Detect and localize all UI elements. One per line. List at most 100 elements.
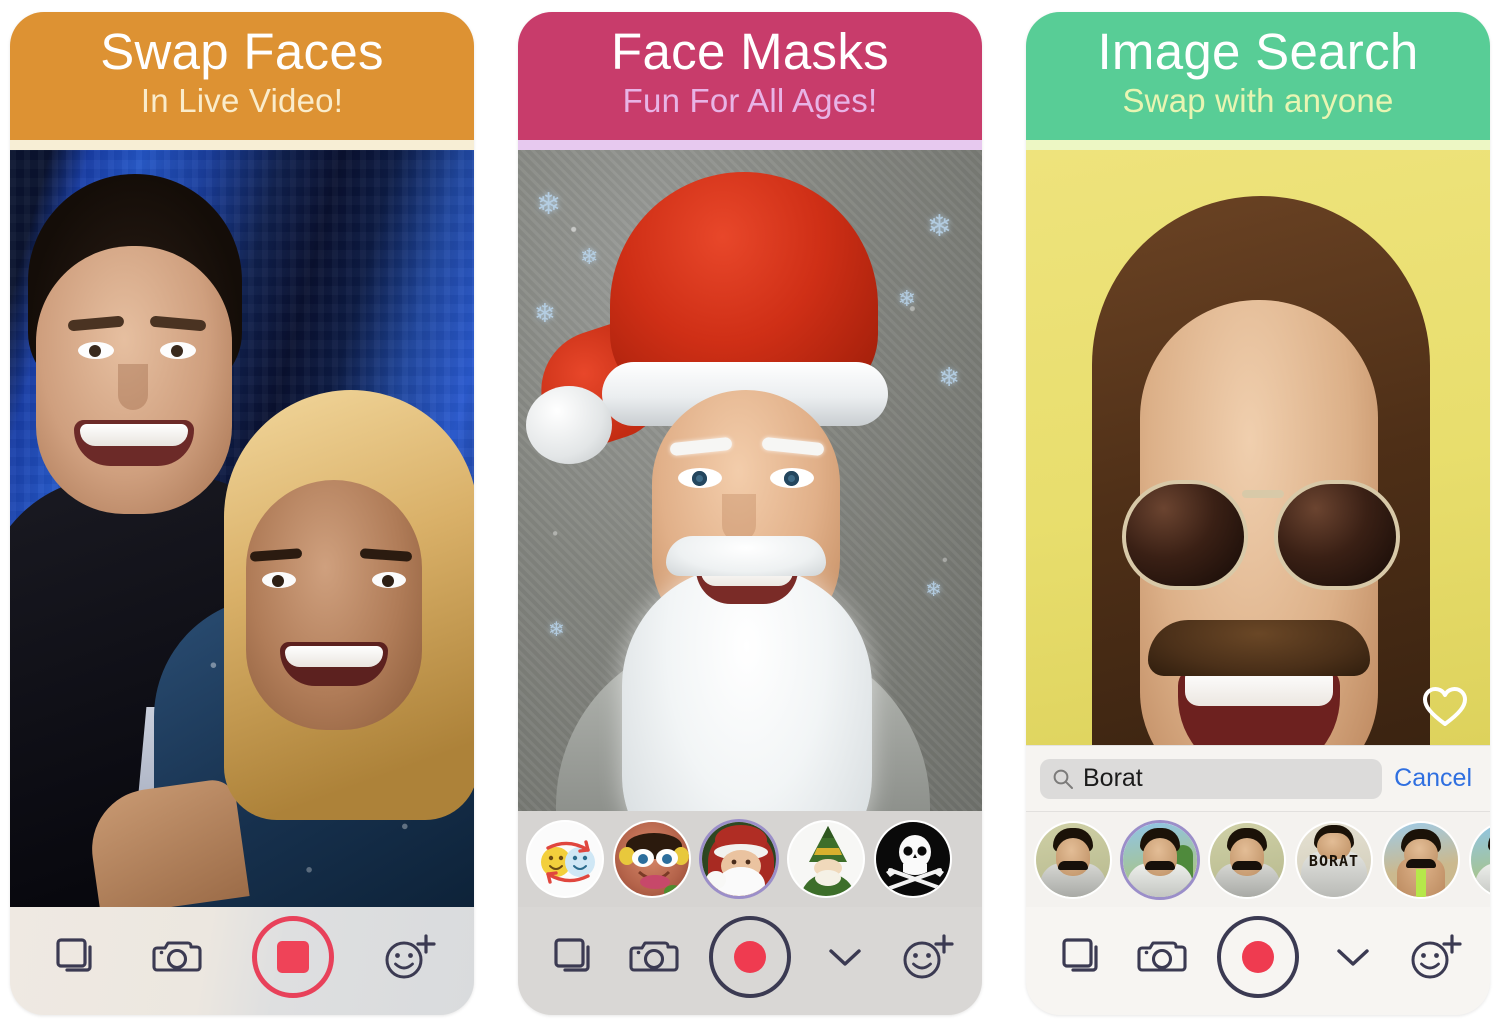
result-thumb-5[interactable] bbox=[1382, 820, 1460, 899]
woman-smile bbox=[280, 642, 388, 686]
record-button[interactable] bbox=[1212, 911, 1304, 1003]
header-accent-strip bbox=[10, 140, 474, 150]
add-mask-button[interactable] bbox=[376, 926, 442, 988]
borat-suit-image bbox=[1471, 822, 1490, 897]
mask-carousel[interactable] bbox=[518, 811, 982, 907]
header-accent-strip bbox=[518, 140, 982, 150]
snowflake-icon: ❄ bbox=[548, 619, 565, 641]
toolbar-face-masks bbox=[518, 907, 982, 1015]
borat-thumbsup-image bbox=[1210, 822, 1284, 897]
panel-header-swap-faces: Swap Faces In Live Video! bbox=[10, 12, 474, 140]
video-preview-swap-faces[interactable] bbox=[10, 150, 474, 907]
search-icon bbox=[1053, 769, 1073, 789]
camera-button[interactable] bbox=[622, 926, 688, 988]
stop-square bbox=[277, 941, 310, 973]
snowflake-icon: ❄ bbox=[534, 298, 556, 328]
chevron-down-icon bbox=[829, 949, 861, 966]
search-bar: Borat Cancel bbox=[1026, 745, 1490, 811]
borat-poster-image: BORAT bbox=[1297, 822, 1371, 897]
panel-image-search: Image Search Swap with anyone Borat Canc… bbox=[1026, 12, 1490, 1015]
snowflake-icon: ❄ bbox=[580, 244, 599, 269]
woman-teeth bbox=[285, 646, 383, 667]
smiley-plus-icon bbox=[903, 934, 954, 979]
layers-icon bbox=[554, 938, 590, 972]
eye-right bbox=[770, 468, 814, 488]
panel-title: Face Masks bbox=[611, 23, 889, 80]
hide-masks-button[interactable] bbox=[812, 926, 878, 988]
result-thumb-6[interactable] bbox=[1469, 820, 1490, 899]
heart-icon bbox=[1422, 687, 1468, 726]
borat-cactus-image bbox=[1123, 822, 1197, 897]
record-button[interactable] bbox=[704, 911, 796, 1003]
cancel-search-button[interactable]: Cancel bbox=[1394, 764, 1476, 793]
record-icon bbox=[1217, 916, 1299, 998]
search-input[interactable]: Borat bbox=[1040, 758, 1383, 799]
pirate-skull-icon bbox=[876, 822, 950, 896]
cartoon-face-icon bbox=[615, 822, 689, 896]
search-results-carousel[interactable]: BORAT bbox=[1026, 811, 1490, 907]
borat-mankini-image bbox=[1384, 822, 1458, 897]
man-smile bbox=[74, 420, 194, 466]
hide-results-button[interactable] bbox=[1320, 926, 1386, 988]
aviator-sunglasses bbox=[1122, 474, 1400, 596]
smiley-plus-icon bbox=[1411, 934, 1462, 979]
woman-eye-right bbox=[372, 572, 406, 588]
mask-thumb-cartoon[interactable] bbox=[613, 820, 691, 898]
mask-thumb-pirate[interactable] bbox=[874, 820, 952, 898]
lens-left bbox=[1122, 480, 1248, 590]
favorite-button[interactable] bbox=[1422, 685, 1468, 729]
santa-face-icon bbox=[702, 822, 776, 896]
glasses-bridge bbox=[1242, 490, 1284, 498]
chevron-down-icon bbox=[1337, 949, 1369, 966]
mask-thumb-elf[interactable] bbox=[787, 820, 865, 898]
camera-icon bbox=[1137, 941, 1187, 972]
panel-subtitle: In Live Video! bbox=[140, 82, 344, 119]
borat-portrait-image bbox=[1036, 822, 1110, 897]
search-value: Borat bbox=[1083, 764, 1143, 792]
snowflake-icon: ❄ bbox=[926, 210, 952, 243]
layers-icon bbox=[1062, 938, 1098, 972]
woman-eye-left bbox=[262, 572, 296, 588]
record-dot bbox=[734, 941, 766, 973]
panel-subtitle: Swap with anyone bbox=[1122, 82, 1394, 119]
face-swap-icon bbox=[528, 822, 602, 896]
nose bbox=[722, 494, 756, 542]
panel-face-masks: Face Masks Fun For All Ages! ❄ ❄ ❄ ❄ ❄ ❄… bbox=[518, 12, 982, 1015]
layers-button[interactable] bbox=[1048, 926, 1114, 988]
camera-icon bbox=[629, 941, 679, 972]
video-preview-face-masks[interactable]: ❄ ❄ ❄ ❄ ❄ ❄ ❄ ❄ bbox=[518, 150, 982, 811]
smiley-plus-icon bbox=[385, 934, 436, 979]
camera-icon bbox=[152, 941, 202, 972]
man-teeth bbox=[80, 424, 188, 446]
add-mask-button[interactable] bbox=[1402, 926, 1468, 988]
panel-subtitle: Fun For All Ages! bbox=[622, 82, 878, 119]
man-eye-right bbox=[160, 342, 196, 359]
result-thumb-4[interactable]: BORAT bbox=[1295, 820, 1373, 899]
header-accent-strip bbox=[1026, 140, 1490, 150]
snowflake-icon: ❄ bbox=[897, 286, 916, 311]
record-dot bbox=[1242, 941, 1274, 973]
mask-thumb-santa[interactable] bbox=[700, 820, 778, 898]
result-thumb-1[interactable] bbox=[1034, 820, 1112, 899]
panel-swap-faces: Swap Faces In Live Video! bbox=[10, 12, 474, 1015]
mask-thumb-face-swap[interactable] bbox=[526, 820, 604, 898]
camera-button[interactable] bbox=[145, 926, 211, 988]
result-thumb-3[interactable] bbox=[1208, 820, 1286, 899]
camera-button[interactable] bbox=[1130, 926, 1196, 988]
stop-record-button[interactable] bbox=[247, 911, 339, 1003]
stop-record-icon bbox=[252, 916, 335, 998]
panel-title: Image Search bbox=[1097, 23, 1419, 80]
add-mask-button[interactable] bbox=[894, 926, 960, 988]
toolbar-swap-faces bbox=[10, 907, 474, 1015]
layers-button[interactable] bbox=[540, 926, 606, 988]
snowflake-icon: ❄ bbox=[938, 362, 960, 392]
layers-button[interactable] bbox=[42, 926, 108, 988]
layers-icon bbox=[56, 938, 92, 972]
panel-title: Swap Faces bbox=[100, 23, 384, 80]
screenshot-board: Swap Faces In Live Video! Face Masks Fun… bbox=[0, 0, 1500, 1031]
toolbar-image-search bbox=[1026, 907, 1490, 1015]
video-preview-image-search[interactable] bbox=[1026, 150, 1490, 745]
man-eye-left bbox=[78, 342, 114, 359]
result-thumb-2[interactable] bbox=[1121, 820, 1199, 899]
man-nose bbox=[118, 364, 148, 410]
